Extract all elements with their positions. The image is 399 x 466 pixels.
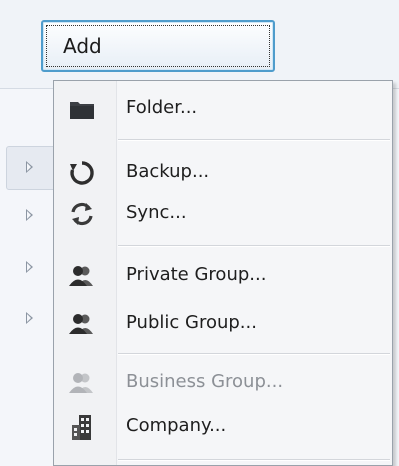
- menu-separator: [118, 245, 390, 247]
- private-group-icon: [66, 262, 98, 290]
- expand-arrow-icon[interactable]: [26, 261, 33, 273]
- add-dropdown-menu: Folder... Backup... Sync... Private Grou…: [53, 80, 393, 466]
- menu-item-label: Folder...: [126, 97, 198, 118]
- folder-icon: [66, 95, 98, 123]
- add-button[interactable]: Add: [41, 20, 275, 72]
- menu-item-company[interactable]: Company...: [54, 407, 392, 447]
- menu-item-label: Backup...: [126, 161, 210, 182]
- menu-separator: [118, 459, 390, 461]
- menu-item-business-group: Business Group...: [54, 363, 392, 403]
- menu-item-label: Company...: [126, 415, 227, 436]
- menu-item-backup[interactable]: Backup...: [54, 153, 392, 193]
- expand-arrow-icon[interactable]: [26, 209, 33, 221]
- menu-item-sync[interactable]: Sync...: [54, 194, 392, 234]
- expand-arrow-icon[interactable]: [26, 312, 33, 324]
- backup-icon: [66, 159, 98, 187]
- company-icon: [66, 413, 98, 441]
- business-group-icon: [66, 369, 98, 397]
- expand-arrow-icon[interactable]: [26, 161, 33, 173]
- menu-item-label: Business Group...: [126, 371, 284, 392]
- menu-separator: [118, 353, 390, 355]
- menu-separator: [118, 139, 390, 141]
- menu-item-label: Private Group...: [126, 264, 267, 285]
- add-button-label: Add: [63, 34, 102, 58]
- menu-item-label: Public Group...: [126, 312, 257, 333]
- menu-item-folder[interactable]: Folder...: [54, 89, 392, 129]
- menu-item-public-group[interactable]: Public Group...: [54, 304, 392, 344]
- sync-icon: [66, 200, 98, 228]
- menu-item-private-group[interactable]: Private Group...: [54, 256, 392, 296]
- menu-item-label: Sync...: [126, 202, 187, 223]
- public-group-icon: [66, 310, 98, 338]
